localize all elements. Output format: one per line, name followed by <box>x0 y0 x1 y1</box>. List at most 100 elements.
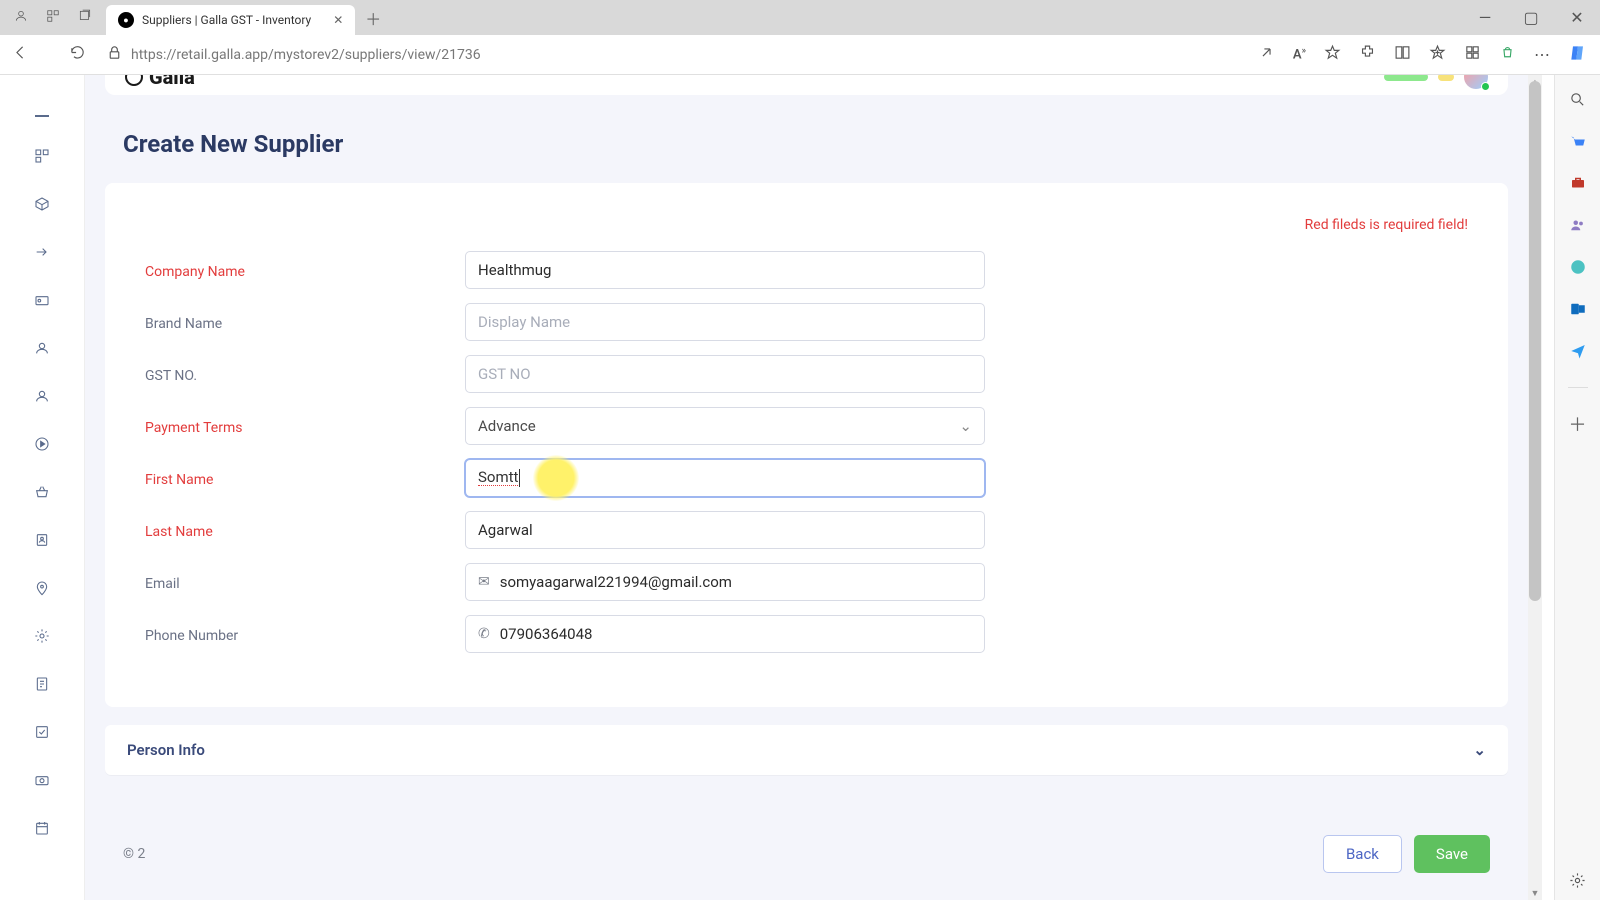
maximize-button[interactable]: ▢ <box>1508 0 1554 35</box>
sidebar-basket-icon[interactable] <box>33 483 51 501</box>
rail-outlook-icon[interactable] <box>1568 299 1588 319</box>
minimize-button[interactable]: ― <box>1462 0 1508 35</box>
sidebar-forward-icon[interactable] <box>33 435 51 453</box>
sidebar-calendar-icon[interactable] <box>33 819 51 837</box>
sidebar-dashboard-icon[interactable] <box>33 147 51 165</box>
sidebar-location-icon[interactable] <box>33 579 51 597</box>
email-icon: ✉ <box>478 574 490 590</box>
email-field-wrapper: ✉ <box>465 563 985 601</box>
last-name-input[interactable] <box>465 511 985 549</box>
tab-title: Suppliers | Galla GST - Inventory <box>142 13 311 27</box>
chevron-down-icon: ⌄ <box>959 417 972 435</box>
main-content: Galla Create New Supplier Red fileds is … <box>85 75 1528 900</box>
phone-input[interactable] <box>500 616 972 652</box>
label-brand: Brand Name <box>145 312 465 332</box>
browser-tab[interactable]: ● Suppliers | Galla GST - Inventory ✕ <box>106 5 355 35</box>
page-title: Create New Supplier <box>123 130 1528 158</box>
tab-close-icon[interactable]: ✕ <box>333 13 343 27</box>
sidebar-card-icon[interactable] <box>33 291 51 309</box>
brand-logo[interactable]: Galla <box>125 75 195 89</box>
phone-icon: ✆ <box>478 626 490 642</box>
collections-icon[interactable] <box>1429 44 1446 65</box>
label-gst: GST NO. <box>145 364 465 384</box>
sidebar-camera-icon[interactable] <box>33 771 51 789</box>
rail-people-icon[interactable] <box>1568 215 1588 235</box>
label-first: First Name <box>145 468 465 488</box>
label-last: Last Name <box>145 520 465 540</box>
save-button[interactable]: Save <box>1414 835 1490 873</box>
favorite-icon[interactable] <box>1324 44 1341 65</box>
rail-settings-icon[interactable] <box>1568 870 1588 890</box>
status-pill <box>1384 75 1428 81</box>
rail-tools-icon[interactable] <box>1568 173 1588 193</box>
first-name-input[interactable]: Somtt <box>465 459 985 497</box>
sidebar-check-icon[interactable] <box>33 723 51 741</box>
sidebar-settings-icon[interactable] <box>33 627 51 645</box>
url-field[interactable]: https://retail.galla.app/mystorev2/suppl… <box>98 44 1246 65</box>
browser-addressbar: https://retail.galla.app/mystorev2/suppl… <box>0 35 1600 75</box>
browser-essentials-icon[interactable] <box>1464 44 1481 65</box>
brand-name-input[interactable] <box>465 303 985 341</box>
browser-titlebar: ● Suppliers | Galla GST - Inventory ✕ ＋ … <box>0 0 1600 35</box>
person-info-section[interactable]: Person Info ⌄ <box>105 725 1508 775</box>
text-cursor <box>519 469 520 487</box>
sidebar-box-icon[interactable] <box>33 195 51 213</box>
label-email: Email <box>145 572 465 592</box>
person-info-label: Person Info <box>127 741 205 759</box>
sidebar-user-icon[interactable] <box>33 339 51 357</box>
close-window-button[interactable]: ✕ <box>1554 0 1600 35</box>
email-input[interactable] <box>500 564 972 600</box>
rail-image-icon[interactable] <box>1568 257 1588 277</box>
new-tab-button[interactable]: ＋ <box>365 6 381 30</box>
company-name-input[interactable] <box>465 251 985 289</box>
copilot-icon[interactable] <box>1568 43 1588 67</box>
vertical-scrollbar[interactable]: ▲ ▼ <box>1528 75 1542 900</box>
gst-no-input[interactable] <box>465 355 985 393</box>
shopping-icon[interactable] <box>1499 44 1516 65</box>
sidebar-arrow-icon[interactable] <box>33 243 51 261</box>
scroll-down-icon[interactable]: ▼ <box>1528 886 1542 900</box>
copyright: © 2 <box>123 846 145 862</box>
back-button[interactable]: Back <box>1323 835 1402 873</box>
tab-favicon-icon: ● <box>118 12 134 28</box>
rail-search-icon[interactable] <box>1568 89 1588 109</box>
chevron-down-icon: ⌄ <box>1473 741 1486 759</box>
label-phone: Phone Number <box>145 624 465 644</box>
label-company: Company Name <box>145 260 465 280</box>
split-screen-icon[interactable] <box>1394 44 1411 65</box>
required-note: Red fileds is required field! <box>145 217 1468 233</box>
rail-shopping-icon[interactable] <box>1568 131 1588 151</box>
payment-terms-select[interactable]: Advance ⌄ <box>465 407 985 445</box>
first-name-value: Somtt <box>478 470 518 486</box>
scroll-thumb[interactable] <box>1529 81 1541 601</box>
avatar[interactable] <box>1464 75 1488 89</box>
sidebar-user2-icon[interactable] <box>33 387 51 405</box>
form-card: Red fileds is required field! Company Na… <box>105 183 1508 707</box>
extensions-icon[interactable] <box>1359 44 1376 65</box>
profile-icon[interactable] <box>14 8 28 27</box>
sidebar-collapse-icon[interactable] <box>35 115 49 117</box>
brand-text: Galla <box>149 75 195 89</box>
open-external-icon[interactable] <box>1258 44 1275 65</box>
app-sidebar <box>0 75 85 900</box>
brand-icon <box>125 75 143 86</box>
rail-add-icon[interactable]: ＋ <box>1568 414 1588 434</box>
url-text: https://retail.galla.app/mystorev2/suppl… <box>131 47 481 63</box>
label-payment: Payment Terms <box>145 416 465 436</box>
workspaces-icon[interactable] <box>46 8 60 27</box>
phone-field-wrapper: ✆ <box>465 615 985 653</box>
status-pill-2 <box>1438 75 1454 81</box>
rail-send-icon[interactable] <box>1568 341 1588 361</box>
nav-back-button[interactable] <box>12 44 29 65</box>
edge-sidebar: ＋ <box>1554 75 1600 900</box>
more-menu-button[interactable]: ⋯ <box>1534 45 1550 64</box>
payment-terms-value: Advance <box>478 417 536 435</box>
sidebar-contacts-icon[interactable] <box>33 531 51 549</box>
rail-separator <box>1568 387 1588 388</box>
site-lock-icon[interactable] <box>106 44 123 65</box>
app-header: Galla <box>105 75 1508 95</box>
sidebar-report-icon[interactable] <box>33 675 51 693</box>
read-aloud-icon[interactable]: A» <box>1293 46 1306 62</box>
nav-refresh-button[interactable] <box>69 44 86 65</box>
tab-overview-icon[interactable] <box>78 8 92 27</box>
